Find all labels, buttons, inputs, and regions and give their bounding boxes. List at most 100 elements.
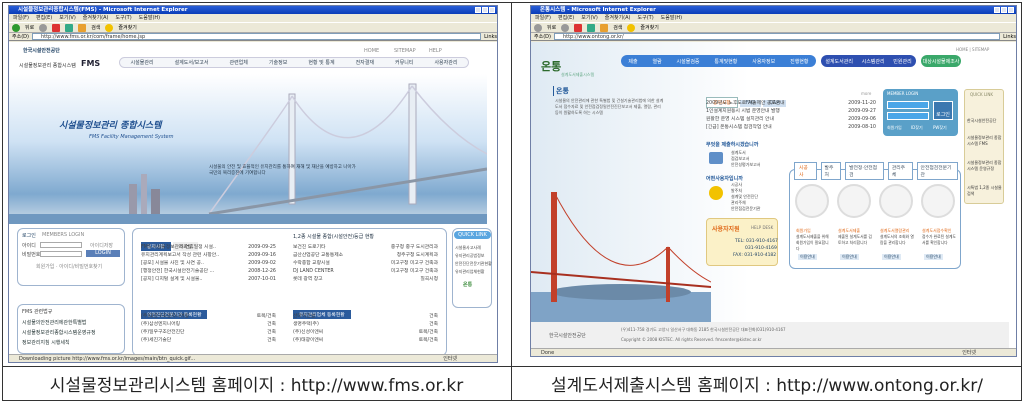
nav-item[interactable]: 민원관리: [893, 58, 911, 65]
menu-view[interactable]: 보기(V): [581, 14, 598, 22]
login-links[interactable]: 회원가입 · 아이디/비밀번호찾기: [36, 263, 102, 270]
top-links[interactable]: HOME | SITEMAP: [956, 47, 989, 52]
nav-item[interactable]: 진행현황: [790, 58, 808, 65]
menu-view[interactable]: 보기(V): [59, 14, 76, 22]
refresh-icon[interactable]: [65, 23, 74, 32]
tab-design[interactable]: 발전정·안전점검: [845, 162, 884, 180]
nav-item[interactable]: 시스템관리: [862, 58, 885, 65]
tab-manager[interactable]: 관리주체: [887, 162, 913, 180]
quick-link[interactable]: 시설물정보관리 종합시스템 운영규정: [967, 160, 1003, 172]
law-link[interactable]: 시설물의안전관리에관한특별법: [22, 319, 86, 326]
document-icon[interactable]: [837, 184, 871, 218]
favorites-icon[interactable]: [627, 23, 636, 32]
nav-item[interactable]: 설계도서/보고서: [175, 59, 209, 66]
nav-item[interactable]: 통계및현황: [714, 58, 737, 65]
nav-item[interactable]: 커뮤니티: [395, 59, 413, 66]
back-button[interactable]: 뒤로: [547, 24, 556, 31]
back-icon[interactable]: [534, 23, 542, 32]
maximize-button[interactable]: [482, 7, 488, 13]
list-item[interactable]: 금산산업공단 교통통제소 청주구청 도시계획과: [293, 252, 438, 260]
list-item[interactable]: 생명주택(주) 건축: [293, 321, 438, 329]
nav-item[interactable]: 시설물관리: [131, 59, 154, 66]
user-type[interactable]: 안전점검전문기관: [731, 206, 760, 212]
law-link[interactable]: 정보관리지침 시행세칙: [22, 339, 70, 346]
home-link[interactable]: HOME: [364, 48, 379, 54]
nav-item[interactable]: 기술정보: [269, 59, 287, 66]
search-button[interactable]: 검색: [91, 24, 100, 31]
list-item[interactable]: 유지관리계획보고서 작성 관련 사항안.. 2009-09-16: [141, 252, 276, 260]
id-input[interactable]: [40, 242, 82, 248]
list-item[interactable]: 1인설계지원동시 시범 운영안내 발행 2009-09-27: [706, 108, 876, 116]
favorites-icon[interactable]: [105, 23, 114, 32]
sitemap-link[interactable]: SITEMAP: [394, 48, 416, 54]
links-button[interactable]: Links: [484, 34, 497, 40]
guide-button[interactable]: 이용안내: [798, 254, 817, 260]
signup-link[interactable]: 회원가입: [887, 125, 902, 131]
nav-item[interactable]: 설계도서관리: [825, 58, 853, 65]
links-button[interactable]: Links: [1003, 34, 1016, 40]
back-button[interactable]: 뒤로: [25, 24, 34, 31]
menu-favorites[interactable]: 즐겨찾기(A): [83, 14, 109, 22]
login-button[interactable]: 로그인: [933, 101, 953, 120]
nav-item[interactable]: 관련업체: [229, 59, 247, 66]
nav-item[interactable]: 사용자정보: [752, 58, 775, 65]
list-item[interactable]: (주)세진기술단 건축: [141, 337, 276, 345]
list-item[interactable]: 롯데 광역 창고 칠곡시청: [293, 276, 438, 284]
url-input[interactable]: http://www.ontong.or.kr/: [553, 33, 1001, 40]
list-item[interactable]: [공지] 디지털 설계 및 시설물.. 2007-10-01: [141, 276, 276, 284]
list-item[interactable]: [행정안전] 한국시설안전기술공단 ... 2008-12-26: [141, 268, 276, 276]
forward-icon[interactable]: [561, 23, 570, 32]
list-item[interactable]: [공모] 시설물 사진 및 사연 공.. 2009-09-02: [141, 260, 276, 268]
url-input[interactable]: http://www.fms.or.kr/com/frame/home.jsp: [31, 33, 482, 40]
nav-item[interactable]: 시설물검증: [677, 58, 700, 65]
menu-edit[interactable]: 편집(E): [558, 14, 574, 22]
menu-help[interactable]: 도움말(H): [661, 14, 682, 22]
menu-favorites[interactable]: 즐겨찾기(A): [605, 14, 631, 22]
submit-item[interactable]: 안전성평가보고서: [731, 162, 760, 168]
list-item[interactable]: (주)태광이엔씨 토목/건축: [293, 337, 438, 345]
list-item[interactable]: (주)일우구조안전진단 건축: [141, 329, 276, 337]
search-button[interactable]: 검색: [613, 24, 622, 31]
checklist-icon[interactable]: [921, 184, 955, 218]
list-item[interactable]: FMS 시설물정보관리 연휴일정 시설.. 2009-09-25: [141, 244, 276, 252]
list-item[interactable]: 원활한 운영 시스템 설치관리 안내 2009-09-06: [706, 116, 876, 124]
menu-file[interactable]: 파일(F): [535, 14, 551, 22]
guide-button[interactable]: 이용안내: [882, 254, 901, 260]
list-item[interactable]: 보건진 도로기타 중구청 중구 도시관리과: [293, 244, 438, 252]
id-input[interactable]: [887, 101, 929, 109]
quick-link[interactable]: 시설물정보관리 종합시스템 FMS: [967, 135, 1003, 147]
quick-link[interactable]: 시설물사고사례: [455, 245, 481, 251]
menu-file[interactable]: 파일(F): [13, 14, 29, 22]
help-link[interactable]: HELP: [429, 48, 442, 54]
menu-tools[interactable]: 도구(T): [116, 14, 132, 22]
maximize-button[interactable]: [1001, 7, 1007, 13]
back-icon[interactable]: [12, 23, 20, 32]
list-item[interactable]: DJ LAND CENTER 미고구청 미고구 건축과: [293, 268, 438, 276]
quick-link[interactable]: 유지관리업체현황: [455, 269, 484, 275]
guide-button[interactable]: 이용안내: [924, 254, 943, 260]
list-item[interactable]: 수락종합 교량시설 미고구청 미고구 건축과: [293, 260, 438, 268]
refresh-icon[interactable]: [587, 23, 596, 32]
list-item[interactable]: 2009년도 노후도로 기술제안 공모안내 2009-11-20: [706, 100, 876, 108]
minimize-button[interactable]: [475, 7, 481, 13]
nav-item[interactable]: 전자결재: [356, 59, 374, 66]
list-item[interactable]: (주)신성이엔씨 토목/건축: [293, 329, 438, 337]
list-item[interactable]: (주)대한구조엔지니어링 토목/건축: [141, 313, 276, 321]
favorites-button[interactable]: 즐겨찾기: [118, 24, 136, 31]
nav-item[interactable]: 현황 및 통계: [308, 59, 334, 66]
home-icon[interactable]: [600, 23, 609, 32]
quick-link[interactable]: 시특법 1,2종 시설물 검색: [967, 185, 1003, 197]
save-id-checkbox[interactable]: 아이디저장: [90, 242, 113, 249]
login-button[interactable]: LOGIN: [86, 250, 120, 257]
list-item[interactable]: 선마이건설 건축: [293, 313, 438, 321]
law-link[interactable]: 시설물정보관리종합시스템운영규정: [22, 329, 96, 336]
quick-link[interactable]: 안전진단전문기관현황: [455, 261, 492, 267]
tab-inspection[interactable]: 안전점검전문기관: [916, 162, 958, 180]
close-button[interactable]: [1008, 7, 1014, 13]
nav-item[interactable]: 사용자관리: [434, 59, 457, 66]
list-item[interactable]: [긴급] 온통시스템 점검작업 안내 2009-08-10: [706, 124, 876, 132]
tab-contractor[interactable]: 시공사: [794, 162, 817, 180]
menu-edit[interactable]: 편집(E): [36, 14, 52, 22]
nav-item[interactable]: 열람: [652, 58, 661, 65]
tab-client[interactable]: 발주처: [820, 162, 842, 180]
